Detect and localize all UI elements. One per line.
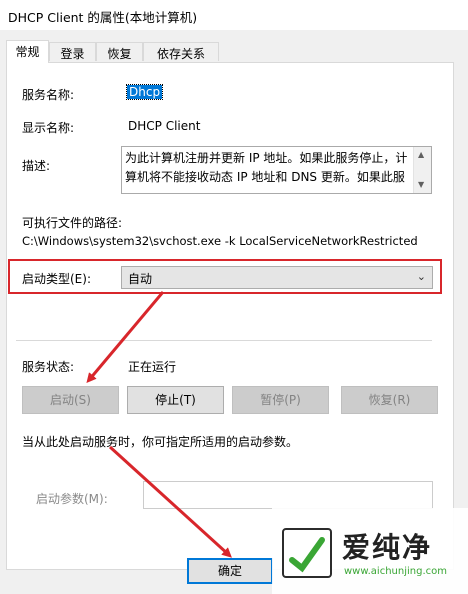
tab-recovery[interactable]: 恢复	[96, 42, 143, 61]
resume-button[interactable]: 恢复(R)	[341, 386, 438, 414]
section-divider	[16, 340, 432, 341]
tab-general[interactable]: 常规	[6, 40, 49, 63]
ok-button[interactable]: 确定	[187, 558, 273, 584]
window-title: DHCP Client 的属性(本地计算机)	[8, 10, 198, 25]
display-name-label: 显示名称:	[22, 121, 75, 135]
startup-params-hint: 当从此处启动服务时，你可指定所适用的启动参数。	[22, 435, 299, 449]
startup-type-label: 启动类型(E):	[22, 272, 91, 286]
service-status-value: 正在运行	[128, 360, 177, 374]
service-name-value[interactable]: Dhcp	[125, 84, 164, 100]
title-bar: DHCP Client 的属性(本地计算机)	[0, 0, 468, 30]
description-text: 为此计算机注册并更新 IP 地址。如果此服务停止，计算机将不能接收动态 IP 地…	[125, 151, 408, 184]
watermark-url: www.aichunjing.com	[344, 566, 447, 577]
startup-params-label: 启动参数(M):	[36, 492, 108, 506]
watermark-text: 爱纯净	[342, 531, 433, 564]
watermark: 爱纯净 www.aichunjing.com	[272, 508, 468, 594]
scroll-down-icon[interactable]: ▼	[418, 180, 424, 189]
tab-logon[interactable]: 登录	[49, 42, 96, 61]
display-name-value[interactable]: DHCP Client	[128, 119, 200, 133]
stop-button[interactable]: 停止(T)	[127, 386, 224, 414]
path-value: C:\Windows\system32\svchost.exe -k Local…	[22, 234, 418, 248]
startup-type-select[interactable]: 自动 ⌄	[121, 266, 433, 289]
service-status-label: 服务状态:	[22, 360, 75, 374]
startup-params-input[interactable]	[143, 481, 433, 509]
service-name-label: 服务名称:	[22, 88, 75, 102]
watermark-logo-icon	[282, 528, 332, 578]
pause-button[interactable]: 暂停(P)	[232, 386, 329, 414]
tab-dependencies[interactable]: 依存关系	[143, 42, 219, 61]
scroll-up-icon[interactable]: ▲	[418, 150, 424, 159]
description-label: 描述:	[22, 159, 51, 173]
description-scrollbar[interactable]: ▲ ▼	[413, 147, 431, 193]
chevron-down-icon: ⌄	[416, 270, 426, 283]
start-button[interactable]: 启动(S)	[22, 386, 119, 414]
startup-type-value: 自动	[128, 272, 153, 286]
path-label: 可执行文件的路径:	[22, 216, 123, 230]
description-box[interactable]: 为此计算机注册并更新 IP 地址。如果此服务停止，计算机将不能接收动态 IP 地…	[121, 146, 432, 194]
